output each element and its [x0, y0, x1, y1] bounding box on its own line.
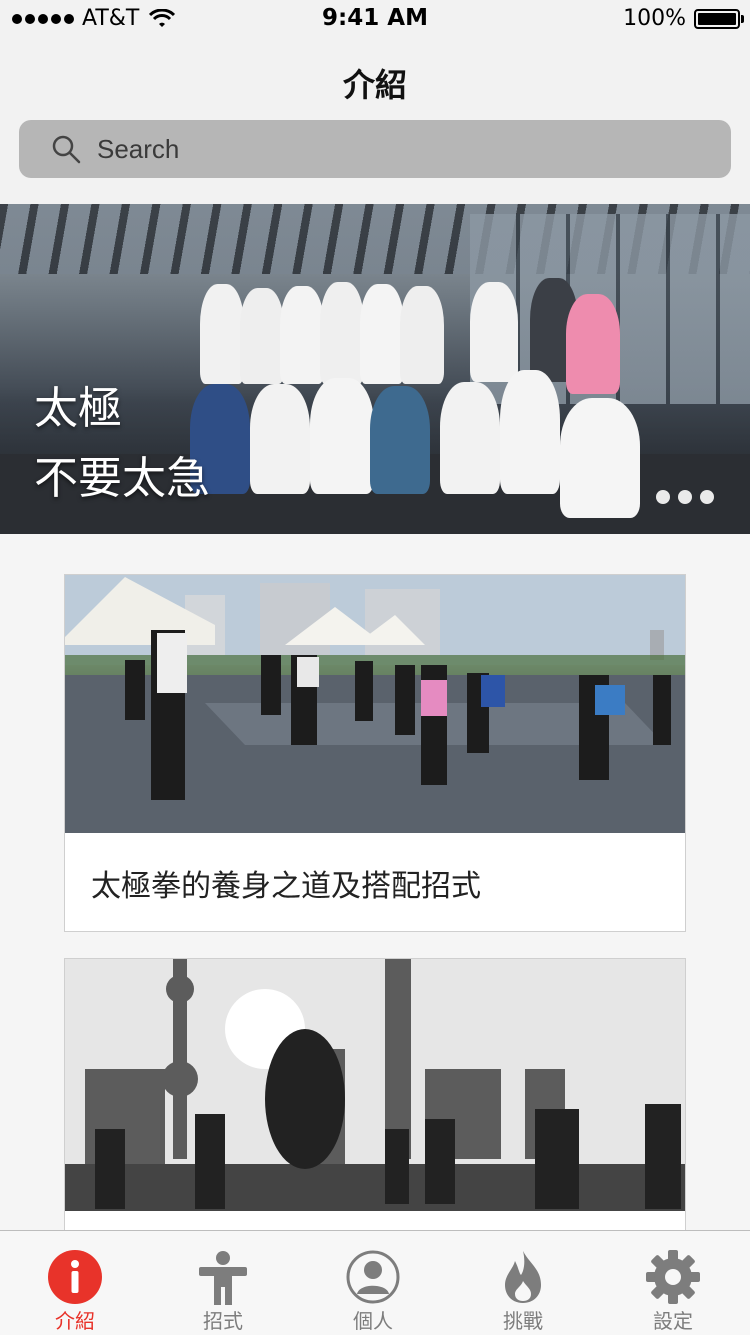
- profile-icon: [346, 1250, 400, 1304]
- tab-label: 設定: [653, 1309, 693, 1333]
- status-bar: AT&T 9:41 AM 100%: [0, 0, 750, 40]
- article-card[interactable]: [64, 958, 686, 1248]
- tab-challenge[interactable]: 挑戰: [448, 1231, 598, 1335]
- article-image: [65, 959, 685, 1211]
- hero-image-group-photo: [180, 274, 650, 524]
- page-dot[interactable]: [656, 490, 670, 504]
- hero-page-indicator[interactable]: [656, 490, 714, 504]
- battery-icon: [694, 8, 744, 29]
- page-title: 介紹: [342, 66, 407, 104]
- tab-label: 介紹: [55, 1309, 95, 1333]
- gear-icon: [646, 1250, 700, 1304]
- search-bar[interactable]: [19, 120, 731, 178]
- info-icon: [48, 1250, 102, 1304]
- tab-personal[interactable]: 個人: [298, 1231, 448, 1335]
- status-right: 100%: [623, 6, 744, 31]
- person-icon: [199, 1251, 247, 1305]
- hero-caption-line2: 不要太急: [34, 453, 210, 504]
- hero-banner[interactable]: 太極 不要太急: [0, 204, 750, 534]
- fire-icon: [505, 1251, 541, 1303]
- battery-percent: 100%: [623, 6, 686, 31]
- tab-bar: 介紹 招式 個人 挑戰 設定: [0, 1230, 750, 1335]
- tab-label: 招式: [203, 1309, 243, 1333]
- search-icon: [52, 135, 81, 164]
- tab-moves[interactable]: 招式: [148, 1231, 298, 1335]
- article-image-scene: [65, 575, 685, 833]
- article-card[interactable]: 太極拳的養身之道及搭配招式: [64, 574, 686, 932]
- tab-intro[interactable]: 介紹: [0, 1231, 150, 1335]
- battery-level: [698, 12, 736, 25]
- page-dot[interactable]: [678, 490, 692, 504]
- article-image-scene: [65, 959, 685, 1211]
- tab-label: 挑戰: [503, 1309, 543, 1333]
- article-image: [65, 575, 685, 833]
- hero-caption-line1: 太極: [34, 383, 122, 434]
- hero-caption: 太極 不要太急: [34, 374, 210, 514]
- article-title: 太極拳的養身之道及搭配招式: [91, 869, 481, 904]
- search-input[interactable]: [95, 132, 699, 166]
- tab-label: 個人: [353, 1309, 393, 1333]
- page-dot[interactable]: [700, 490, 714, 504]
- tab-settings[interactable]: 設定: [598, 1231, 748, 1335]
